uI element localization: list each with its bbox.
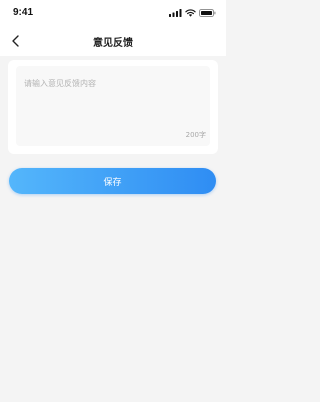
battery-icon bbox=[199, 8, 216, 17]
save-button[interactable]: 保存 bbox=[9, 168, 216, 194]
status-time: 9:41 bbox=[13, 7, 34, 18]
feedback-page: 9:41 意见反馈 请输入意见反馈内容 200字 保存 bbox=[0, 0, 226, 402]
signal-icon bbox=[169, 8, 182, 17]
wifi-icon bbox=[185, 8, 196, 17]
feedback-card: 200字 bbox=[8, 60, 218, 154]
char-limit-label: 200字 bbox=[185, 131, 206, 139]
nav-bar: 意见反馈 bbox=[0, 26, 226, 56]
feedback-input-container: 200字 bbox=[16, 66, 210, 146]
status-bar: 9:41 bbox=[0, 0, 226, 26]
page-title: 意见反馈 bbox=[93, 38, 133, 49]
feedback-input[interactable] bbox=[16, 66, 210, 146]
status-icons bbox=[169, 8, 216, 17]
